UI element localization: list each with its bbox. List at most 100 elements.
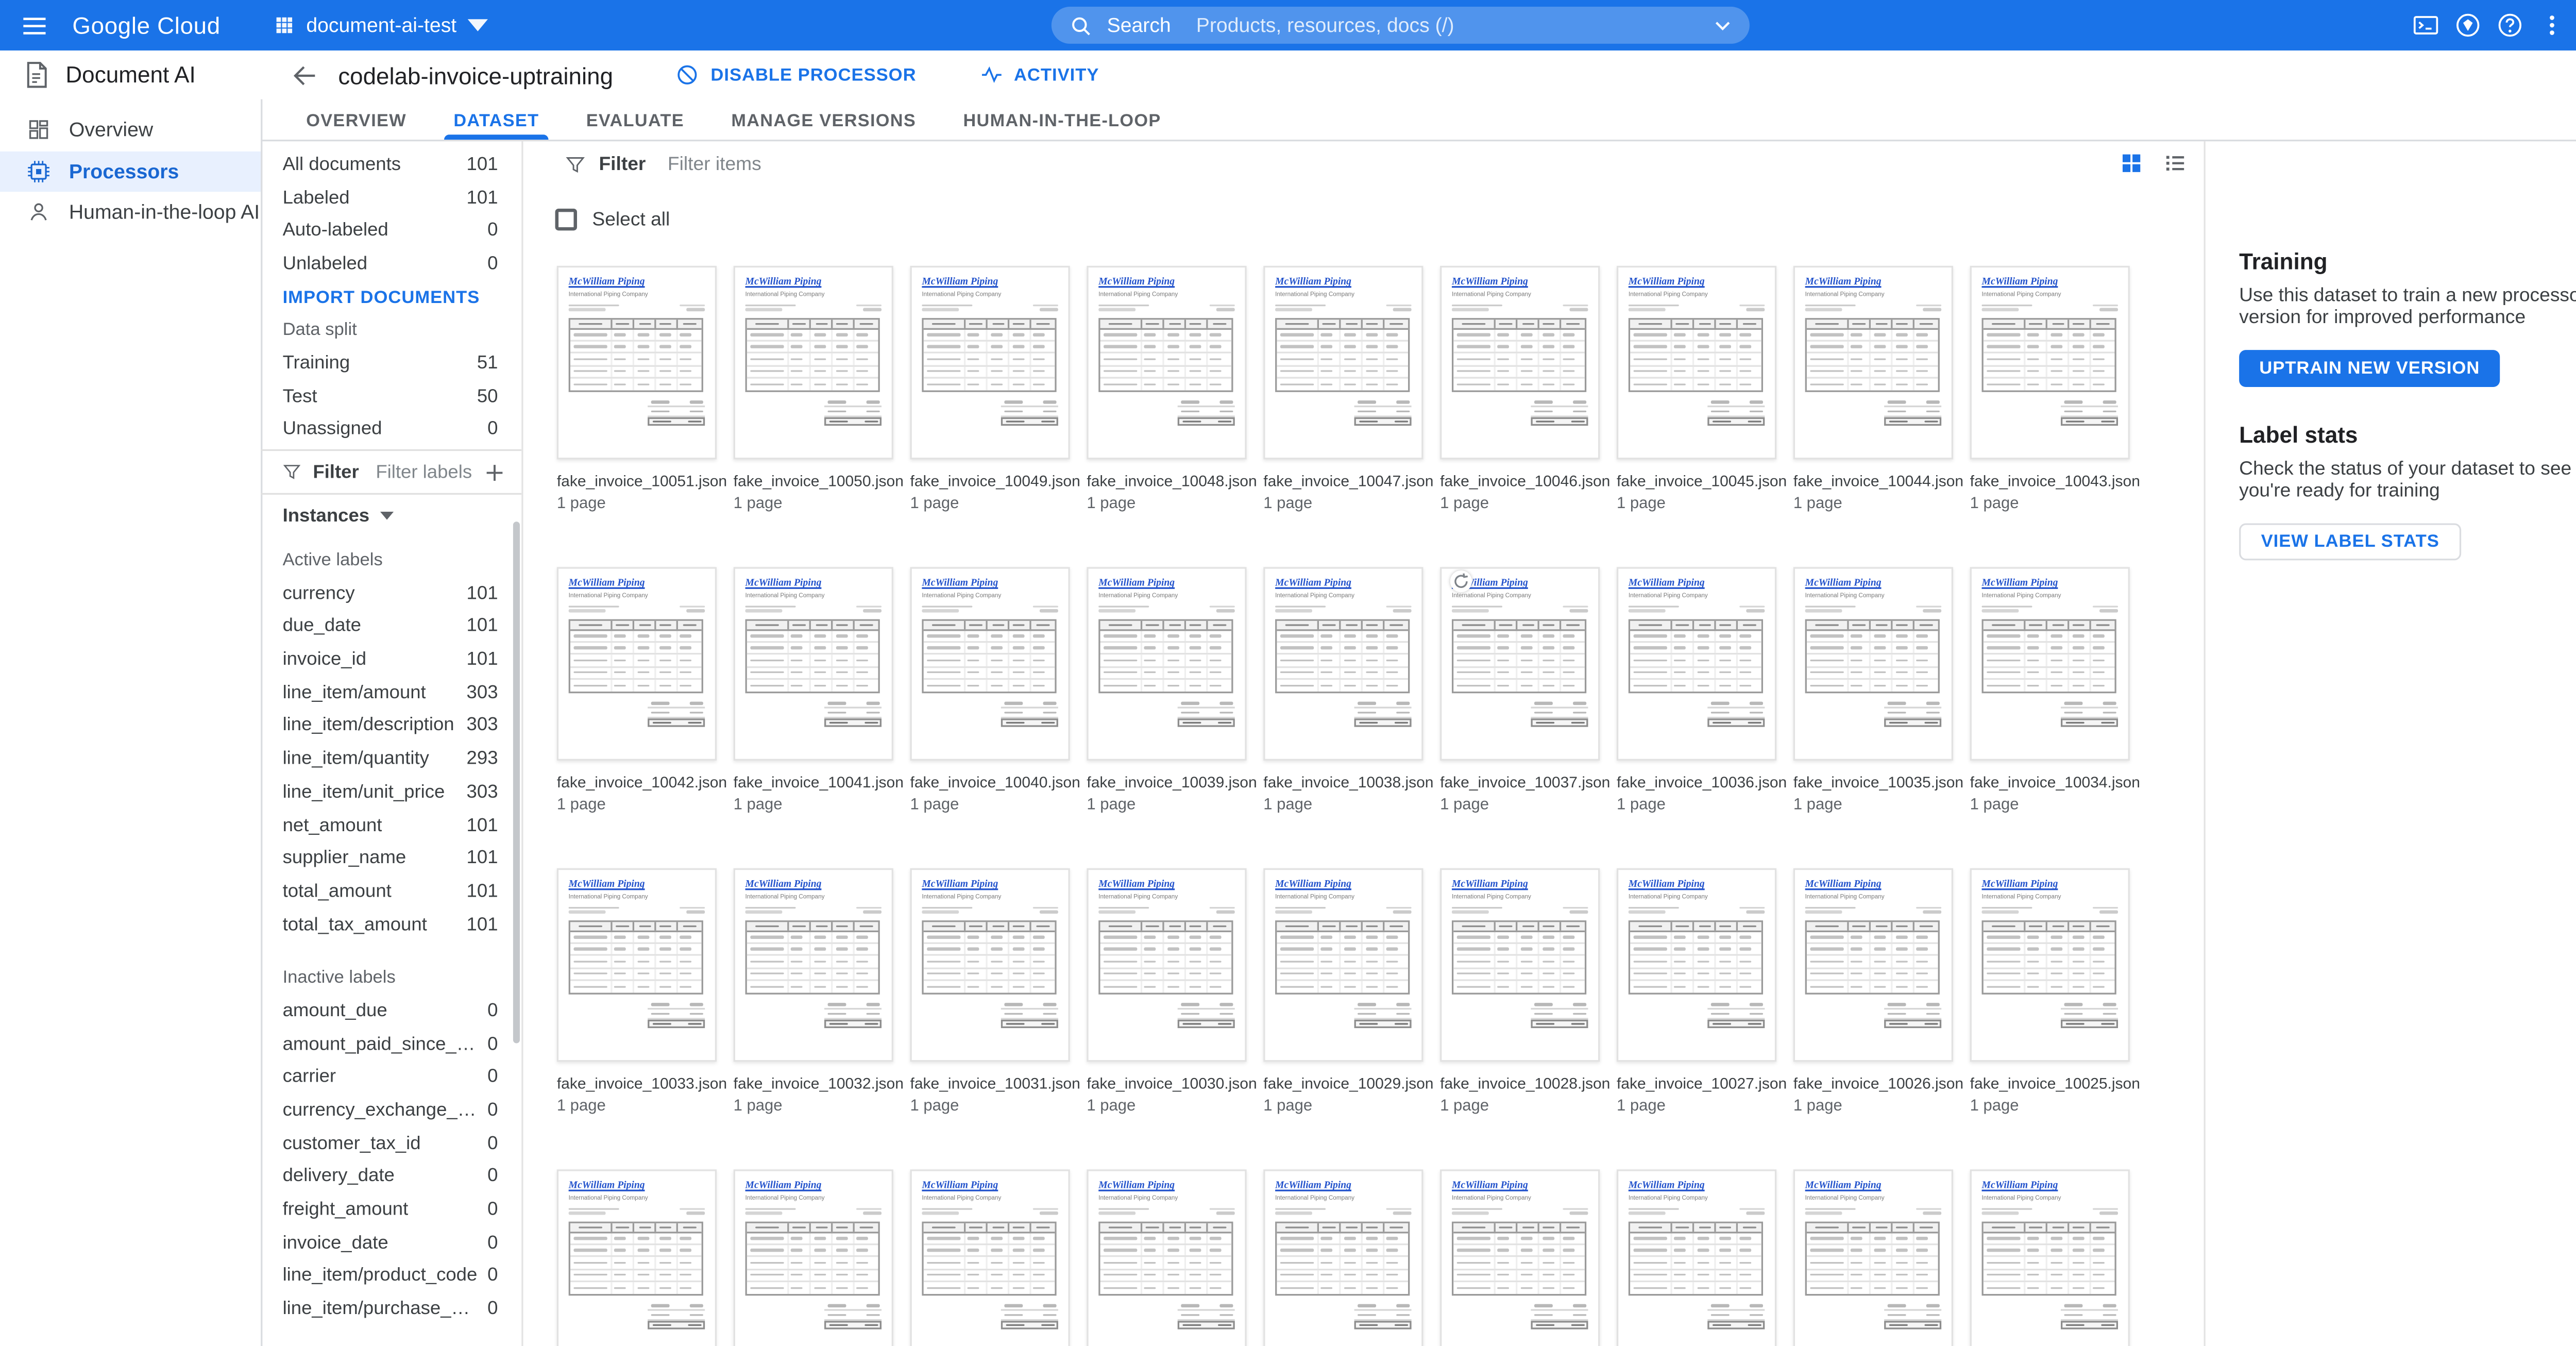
- active-label-line-item-unit-price[interactable]: line_item/unit_price303: [261, 776, 521, 809]
- document-card[interactable]: McWilliam PipingInternational Piping Com…: [1793, 1169, 1953, 1346]
- sidebar-item-processors[interactable]: Processors: [0, 150, 261, 192]
- active-label-line-item-amount[interactable]: line_item/amount303: [261, 676, 521, 709]
- document-card[interactable]: McWilliam PipingInternational Piping Com…: [557, 868, 717, 1116]
- inactive-label-freight-amount[interactable]: freight_amount0: [261, 1193, 521, 1226]
- inactive-label-amount-due[interactable]: amount_due0: [261, 995, 521, 1028]
- active-label-line-item-description[interactable]: line_item/description303: [261, 710, 521, 743]
- thumb-address-lines: [1982, 605, 2118, 613]
- grid-view-icon[interactable]: [2120, 152, 2143, 175]
- doc-filter-all-documents[interactable]: All documents101: [261, 148, 521, 181]
- split-unassigned[interactable]: Unassigned0: [261, 413, 521, 446]
- dashboard-icon: [27, 118, 50, 142]
- document-card[interactable]: McWilliam PipingInternational Piping Com…: [734, 567, 893, 814]
- active-label-net-amount[interactable]: net_amount101: [261, 809, 521, 842]
- filter-items-input[interactable]: Filter items: [668, 154, 761, 174]
- inactive-label-delivery-date[interactable]: delivery_date0: [261, 1160, 521, 1193]
- sidebar-item-human-in-the-loop-ai[interactable]: Human-in-the-loop AI: [0, 192, 261, 233]
- help-icon[interactable]: [2497, 12, 2523, 39]
- instances-dropdown[interactable]: Instances: [261, 498, 521, 534]
- document-card[interactable]: McWilliam PipingInternational Piping Com…: [1087, 266, 1246, 513]
- document-card[interactable]: McWilliam PipingInternational Piping Com…: [910, 868, 1070, 1116]
- chevron-down-icon[interactable]: [1714, 20, 1731, 31]
- uptrain-new-version-button[interactable]: UPTRAIN NEW VERSION: [2239, 350, 2500, 387]
- document-card[interactable]: McWilliam PipingInternational Piping Com…: [1263, 1169, 1423, 1346]
- split-test[interactable]: Test50: [261, 380, 521, 413]
- active-label-total-amount[interactable]: total_amount101: [261, 875, 521, 908]
- terminal-icon[interactable]: [2412, 12, 2439, 39]
- document-card[interactable]: McWilliam PipingInternational Piping Com…: [557, 567, 717, 814]
- view-label-stats-button[interactable]: VIEW LABEL STATS: [2239, 524, 2461, 561]
- project-selector[interactable]: document-ai-test: [274, 13, 488, 37]
- document-page-count: 1 page: [1087, 495, 1246, 513]
- gem-icon[interactable]: [2454, 12, 2481, 39]
- inactive-label-customer-tax-id[interactable]: customer_tax_id0: [261, 1127, 521, 1160]
- document-card[interactable]: McWilliam PipingInternational Piping Com…: [734, 266, 893, 513]
- list-view-icon[interactable]: [2163, 152, 2187, 175]
- inactive-label-line-item-purchase-order[interactable]: line_item/purchase_order0: [261, 1293, 521, 1326]
- inactive-label-carrier[interactable]: carrier0: [261, 1061, 521, 1094]
- split-training[interactable]: Training51: [261, 347, 521, 380]
- document-card[interactable]: McWilliam PipingInternational Piping Com…: [910, 567, 1070, 814]
- back-button[interactable]: [291, 61, 318, 88]
- active-label-currency[interactable]: currency101: [261, 577, 521, 610]
- more-vert-icon[interactable]: [2538, 12, 2565, 39]
- document-card[interactable]: McWilliam PipingInternational Piping Com…: [1440, 868, 1600, 1116]
- inactive-label-line-item-product-code[interactable]: line_item/product_code0: [261, 1259, 521, 1292]
- document-card[interactable]: McWilliam PipingInternational Piping Com…: [1440, 266, 1600, 513]
- document-card[interactable]: McWilliam PipingInternational Piping Com…: [1970, 567, 2130, 814]
- document-card[interactable]: McWilliam PipingInternational Piping Com…: [1087, 1169, 1246, 1346]
- document-card[interactable]: McWilliam PipingInternational Piping Com…: [1087, 567, 1246, 814]
- active-label-total-tax-amount[interactable]: total_tax_amount101: [261, 908, 521, 941]
- document-card[interactable]: McWilliam PipingInternational Piping Com…: [1440, 1169, 1600, 1346]
- inactive-label-invoice-date[interactable]: invoice_date0: [261, 1226, 521, 1259]
- tab-dataset[interactable]: DATASET: [430, 99, 563, 140]
- document-card[interactable]: McWilliam PipingInternational Piping Com…: [1970, 868, 2130, 1116]
- document-card[interactable]: McWilliam PipingInternational Piping Com…: [734, 1169, 893, 1346]
- add-label-button[interactable]: [484, 462, 504, 482]
- active-label-line-item-quantity[interactable]: line_item/quantity293: [261, 743, 521, 776]
- disable-processor-button[interactable]: DISABLE PROCESSOR: [677, 64, 916, 86]
- active-label-due-date[interactable]: due_date101: [261, 610, 521, 643]
- scrollbar[interactable]: [513, 521, 520, 1043]
- document-card[interactable]: McWilliam PipingInternational Piping Com…: [1793, 567, 1953, 814]
- document-card[interactable]: McWilliam PipingInternational Piping Com…: [1617, 868, 1776, 1116]
- menu-icon[interactable]: [20, 11, 49, 40]
- document-card[interactable]: McWilliam PipingInternational Piping Com…: [1617, 1169, 1776, 1346]
- tab-overview[interactable]: OVERVIEW: [283, 99, 430, 140]
- doc-filter-unlabeled[interactable]: Unlabeled0: [261, 247, 521, 280]
- document-card[interactable]: McWilliam PipingInternational Piping Com…: [1440, 567, 1600, 814]
- document-card[interactable]: McWilliam PipingInternational Piping Com…: [1793, 868, 1953, 1116]
- document-card[interactable]: McWilliam PipingInternational Piping Com…: [557, 266, 717, 513]
- document-card[interactable]: McWilliam PipingInternational Piping Com…: [1970, 1169, 2130, 1346]
- filter-labels-input[interactable]: Filter labels: [376, 462, 472, 482]
- document-card[interactable]: McWilliam PipingInternational Piping Com…: [557, 1169, 717, 1346]
- tab-human-in-the-loop[interactable]: HUMAN-IN-THE-LOOP: [940, 99, 1185, 140]
- document-card[interactable]: McWilliam PipingInternational Piping Com…: [1263, 868, 1423, 1116]
- active-label-supplier-name[interactable]: supplier_name101: [261, 842, 521, 875]
- active-label-invoice-id[interactable]: invoice_id101: [261, 643, 521, 676]
- select-all-checkbox[interactable]: [555, 209, 577, 230]
- document-card[interactable]: McWilliam PipingInternational Piping Com…: [1617, 266, 1776, 513]
- import-documents-button[interactable]: IMPORT DOCUMENTS: [261, 280, 521, 313]
- activity-button[interactable]: ACTIVITY: [980, 64, 1099, 86]
- filter-chip[interactable]: Filter: [599, 154, 646, 174]
- document-card[interactable]: McWilliam PipingInternational Piping Com…: [734, 868, 893, 1116]
- document-card[interactable]: McWilliam PipingInternational Piping Com…: [910, 1169, 1070, 1346]
- page: Google Cloud document-ai-test Search Pro…: [0, 0, 2576, 1346]
- document-card[interactable]: McWilliam PipingInternational Piping Com…: [1617, 567, 1776, 814]
- document-card[interactable]: McWilliam PipingInternational Piping Com…: [1263, 266, 1423, 513]
- doc-filter-auto-labeled[interactable]: Auto-labeled0: [261, 214, 521, 247]
- tab-manage-versions[interactable]: MANAGE VERSIONS: [708, 99, 940, 140]
- document-card[interactable]: McWilliam PipingInternational Piping Com…: [1263, 567, 1423, 814]
- sidebar-item-overview[interactable]: Overview: [0, 109, 261, 150]
- document-card[interactable]: McWilliam PipingInternational Piping Com…: [910, 266, 1070, 513]
- document-card[interactable]: McWilliam PipingInternational Piping Com…: [1087, 868, 1246, 1116]
- inactive-label-amount-paid-since-last-i[interactable]: amount_paid_since_last_i...0: [261, 1028, 521, 1061]
- document-card[interactable]: McWilliam PipingInternational Piping Com…: [1970, 266, 2130, 513]
- search-bar[interactable]: Search Products, resources, docs (/): [1052, 7, 1750, 44]
- inactive-label-currency-exchange-rate[interactable]: currency_exchange_rate0: [261, 1094, 521, 1127]
- document-card[interactable]: McWilliam PipingInternational Piping Com…: [1793, 266, 1953, 513]
- tab-evaluate[interactable]: EVALUATE: [563, 99, 708, 140]
- document-page-count: 1 page: [557, 1097, 717, 1116]
- doc-filter-labeled[interactable]: Labeled101: [261, 181, 521, 214]
